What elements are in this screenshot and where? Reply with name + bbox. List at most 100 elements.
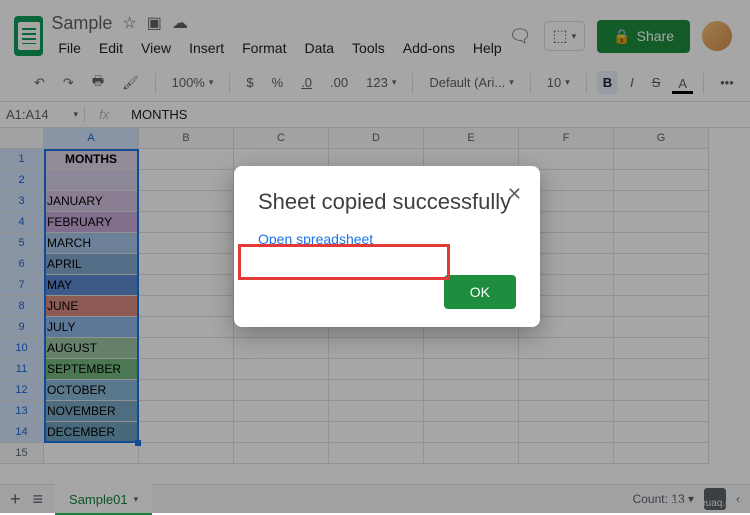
row-header[interactable]: 2 [0, 170, 44, 191]
cell[interactable] [234, 338, 329, 359]
cell[interactable] [424, 380, 519, 401]
cell[interactable] [424, 359, 519, 380]
row-header[interactable]: 4 [0, 212, 44, 233]
open-spreadsheet-link[interactable]: Open spreadsheet [258, 231, 373, 247]
cell[interactable] [139, 359, 234, 380]
menu-format[interactable]: Format [235, 36, 293, 60]
cell[interactable] [139, 338, 234, 359]
add-sheet-button[interactable]: + [10, 489, 21, 510]
cell[interactable] [329, 443, 424, 464]
text-color-button[interactable]: A [672, 72, 693, 94]
cell[interactable] [614, 443, 709, 464]
undo-icon[interactable]: ↶ [28, 71, 51, 95]
cell[interactable] [519, 380, 614, 401]
cell[interactable]: OCTOBER [44, 380, 139, 401]
menu-insert[interactable]: Insert [182, 36, 231, 60]
selection-handle[interactable] [135, 440, 141, 446]
document-title[interactable]: Sample [51, 13, 112, 34]
font-dropdown[interactable]: Default (Ari... [423, 71, 519, 94]
cell[interactable] [614, 254, 709, 275]
cell[interactable] [614, 149, 709, 170]
cell[interactable] [329, 359, 424, 380]
move-icon[interactable]: ▣ [147, 13, 162, 33]
cell[interactable] [139, 191, 234, 212]
cell[interactable] [139, 275, 234, 296]
cell[interactable] [139, 254, 234, 275]
cell[interactable] [519, 401, 614, 422]
cell[interactable] [424, 338, 519, 359]
cell[interactable] [44, 170, 139, 191]
sheets-logo-icon[interactable] [14, 16, 43, 56]
cell[interactable] [139, 380, 234, 401]
star-icon[interactable]: ☆ [122, 13, 136, 33]
bold-button[interactable]: B [597, 71, 618, 94]
inc-decimals-button[interactable]: .00 [324, 71, 354, 94]
cell[interactable] [139, 443, 234, 464]
cell[interactable] [139, 401, 234, 422]
menu-tools[interactable]: Tools [345, 36, 392, 60]
cell[interactable]: NOVEMBER [44, 401, 139, 422]
select-all-cell[interactable] [0, 128, 44, 149]
cell[interactable] [139, 296, 234, 317]
cell[interactable]: AUGUST [44, 338, 139, 359]
column-header[interactable]: D [329, 128, 424, 149]
cell[interactable] [614, 338, 709, 359]
cell[interactable] [139, 212, 234, 233]
row-header[interactable]: 3 [0, 191, 44, 212]
close-icon[interactable]: ✕ [507, 184, 522, 205]
row-header[interactable]: 5 [0, 233, 44, 254]
cell[interactable] [234, 422, 329, 443]
column-header[interactable]: F [519, 128, 614, 149]
cell[interactable] [614, 380, 709, 401]
cell[interactable] [139, 149, 234, 170]
font-size-dropdown[interactable]: 10 [541, 71, 576, 94]
cell[interactable] [44, 443, 139, 464]
account-avatar[interactable] [702, 21, 732, 51]
cell[interactable] [139, 170, 234, 191]
cell[interactable] [519, 359, 614, 380]
row-header[interactable]: 11 [0, 359, 44, 380]
menu-file[interactable]: File [51, 36, 88, 60]
cell[interactable] [519, 422, 614, 443]
cell[interactable]: MONTHS [44, 149, 139, 170]
column-header[interactable]: G [614, 128, 709, 149]
percent-button[interactable]: % [266, 71, 290, 94]
cell[interactable] [519, 443, 614, 464]
menu-data[interactable]: Data [297, 36, 341, 60]
row-header[interactable]: 1 [0, 149, 44, 170]
present-button[interactable]: ⬚▾ [544, 21, 586, 51]
sheet-tab-active[interactable]: Sample01 [55, 484, 152, 515]
cell[interactable] [424, 422, 519, 443]
row-header[interactable]: 8 [0, 296, 44, 317]
cell[interactable] [614, 275, 709, 296]
cell[interactable] [329, 338, 424, 359]
paint-format-icon[interactable]: 🖌 [116, 71, 145, 95]
name-box[interactable]: A1:A14 [0, 107, 84, 122]
cell[interactable] [614, 233, 709, 254]
row-header[interactable]: 9 [0, 317, 44, 338]
row-header[interactable]: 13 [0, 401, 44, 422]
row-header[interactable]: 12 [0, 380, 44, 401]
cell[interactable] [234, 359, 329, 380]
column-header[interactable]: A [44, 128, 139, 149]
column-header[interactable]: B [139, 128, 234, 149]
cell[interactable]: JULY [44, 317, 139, 338]
row-header[interactable]: 6 [0, 254, 44, 275]
menu-edit[interactable]: Edit [92, 36, 130, 60]
cell[interactable] [139, 317, 234, 338]
row-header[interactable]: 10 [0, 338, 44, 359]
italic-button[interactable]: I [624, 71, 640, 94]
cell[interactable] [614, 212, 709, 233]
redo-icon[interactable]: ↷ [57, 71, 80, 95]
cell[interactable]: FEBRUARY [44, 212, 139, 233]
cell[interactable] [234, 443, 329, 464]
share-button[interactable]: 🔒Share [597, 20, 690, 53]
zoom-dropdown[interactable]: 100% [166, 71, 220, 94]
cell[interactable] [424, 443, 519, 464]
row-header[interactable]: 15 [0, 443, 44, 464]
cell[interactable] [139, 422, 234, 443]
cell[interactable]: MARCH [44, 233, 139, 254]
cell[interactable] [424, 401, 519, 422]
cell[interactable] [614, 170, 709, 191]
currency-button[interactable]: $ [240, 71, 259, 94]
